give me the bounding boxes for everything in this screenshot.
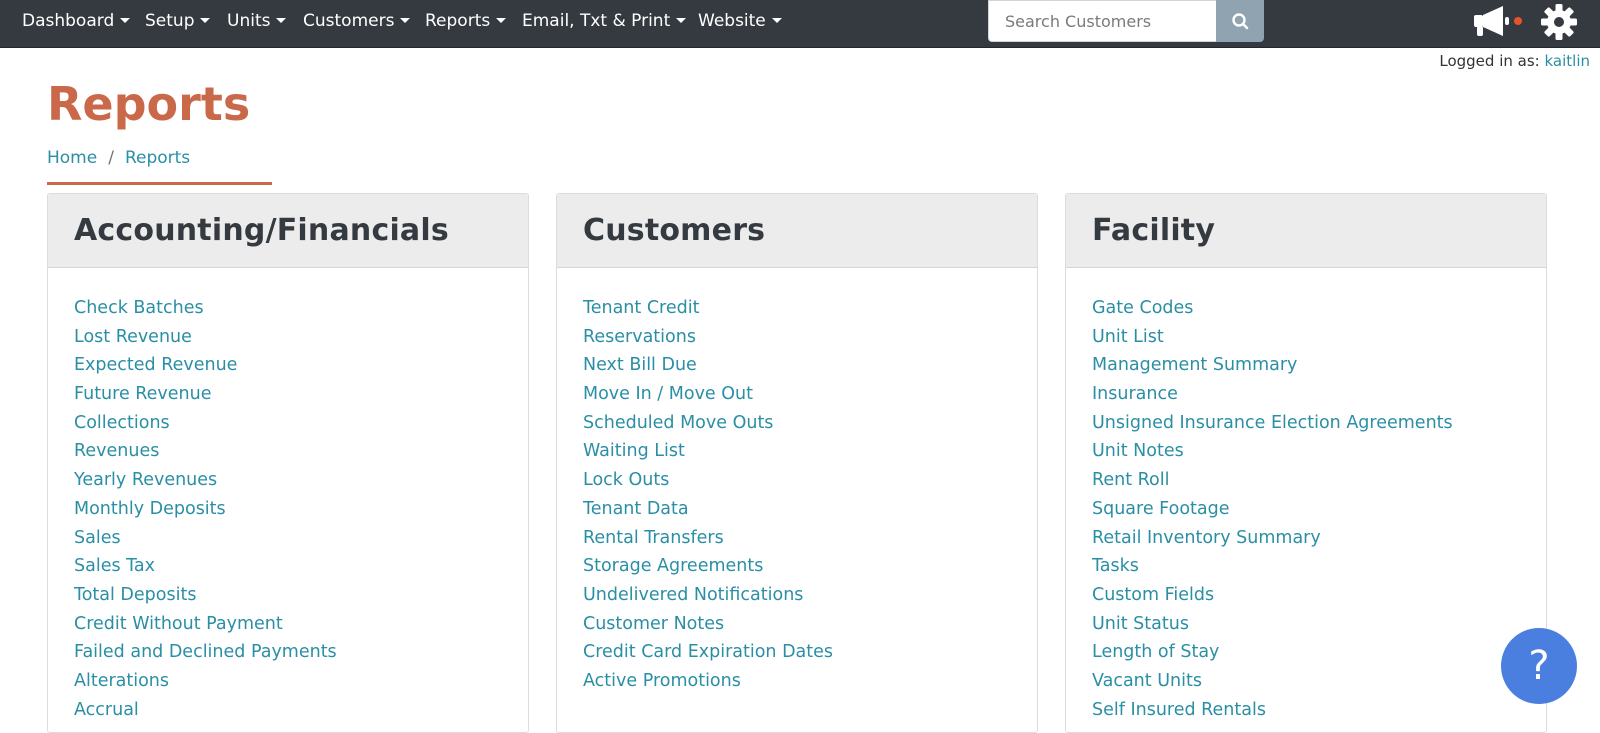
accounting-financials-card: Accounting/Financials Check Batches Lost… [47,193,529,733]
nav-website-label: Website [698,11,766,31]
report-link[interactable]: Next Bill Due [583,355,697,375]
report-link[interactable]: Storage Agreements [583,556,763,576]
report-link[interactable]: Vacant Units [1092,671,1202,691]
report-link[interactable]: Sales [74,528,121,548]
help-button[interactable]: ? [1501,628,1577,704]
report-link[interactable]: Customer Notes [583,614,724,634]
report-link[interactable]: Monthly Deposits [74,499,226,519]
report-link[interactable]: Square Footage [1092,499,1230,519]
nav-customers[interactable]: Customers [303,0,411,47]
caret-down-icon [496,18,507,23]
report-link[interactable]: Collections [74,413,170,433]
report-link-list: Check Batches Lost Revenue Expected Reve… [48,268,528,724]
report-link[interactable]: Custom Fields [1092,585,1214,605]
report-link[interactable]: Reservations [583,327,696,347]
report-link-list: Tenant Credit Reservations Next Bill Due… [557,268,1037,696]
card-title: Customers [557,194,1037,268]
report-link[interactable]: Sales Tax [74,556,155,576]
report-link[interactable]: Tenant Data [583,499,689,519]
nav-setup[interactable]: Setup [145,0,211,47]
nav-units[interactable]: Units [227,0,287,47]
search-button[interactable] [1216,0,1264,42]
report-link[interactable]: Tasks [1092,556,1139,576]
report-link[interactable]: Unit List [1092,327,1164,347]
report-link[interactable]: Self Insured Rentals [1092,700,1266,720]
nav-website[interactable]: Website [698,0,782,47]
report-link[interactable]: Failed and Declined Payments [74,642,337,662]
caret-down-icon [400,18,411,23]
report-link[interactable]: Unsigned Insurance Election Agreements [1092,413,1453,433]
report-link[interactable]: Move In / Move Out [583,384,753,404]
card-title: Facility [1066,194,1546,268]
caret-down-icon [676,18,687,23]
nav-customers-label: Customers [303,11,395,31]
report-link[interactable]: Expected Revenue [74,355,237,375]
report-link[interactable]: Total Deposits [74,585,196,605]
nav-reports[interactable]: Reports [425,0,507,47]
report-link[interactable]: Rental Transfers [583,528,724,548]
caret-down-icon [120,18,131,23]
report-link[interactable]: Retail Inventory Summary [1092,528,1321,548]
nav-reports-label: Reports [425,11,491,31]
nav-units-label: Units [227,11,271,31]
report-link[interactable]: Unit Status [1092,614,1189,634]
report-link[interactable]: Gate Codes [1092,298,1193,318]
report-link[interactable]: Undelivered Notifications [583,585,803,605]
breadcrumb-separator: / [108,148,114,168]
megaphone-icon[interactable] [1472,4,1512,40]
notification-dot [1514,17,1522,25]
report-link[interactable]: Yearly Revenues [74,470,217,490]
nav-setup-label: Setup [145,11,195,31]
report-link[interactable]: Length of Stay [1092,642,1219,662]
report-link[interactable]: Accrual [74,700,139,720]
breadcrumb-home[interactable]: Home [47,148,97,168]
caret-down-icon [771,18,782,23]
report-link[interactable]: Rent Roll [1092,470,1169,490]
report-link[interactable]: Unit Notes [1092,441,1184,461]
report-link[interactable]: Scheduled Move Outs [583,413,773,433]
nav-email-txt-print[interactable]: Email, Txt & Print [522,0,687,47]
top-navbar: Dashboard Setup Units Customers Reports … [0,0,1600,48]
nav-dashboard[interactable]: Dashboard [22,0,131,47]
nav-email-txt-print-label: Email, Txt & Print [522,11,671,31]
report-link[interactable]: Future Revenue [74,384,212,404]
report-link[interactable]: Active Promotions [583,671,741,691]
report-link[interactable]: Alterations [74,671,169,691]
report-link[interactable]: Insurance [1092,384,1178,404]
report-link[interactable]: Credit Card Expiration Dates [583,642,833,662]
report-link[interactable]: Waiting List [583,441,685,461]
breadcrumb-underline [47,182,272,185]
report-link[interactable]: Lock Outs [583,470,669,490]
user-profile-link[interactable]: kaitlin [1544,52,1590,70]
caret-down-icon [276,18,287,23]
nav-dashboard-label: Dashboard [22,11,115,31]
report-link[interactable]: Check Batches [74,298,204,318]
logged-in-label: Logged in as: [1439,52,1540,70]
report-link[interactable]: Revenues [74,441,159,461]
card-title: Accounting/Financials [48,194,528,268]
report-link-list: Gate Codes Unit List Management Summary … [1066,268,1546,724]
search-icon [1232,13,1249,30]
customers-card: Customers Tenant Credit Reservations Nex… [556,193,1038,733]
page-title: Reports [47,77,251,131]
breadcrumb: Home / Reports [47,148,190,168]
report-link[interactable]: Lost Revenue [74,327,192,347]
report-link[interactable]: Credit Without Payment [74,614,283,634]
customer-search-input[interactable] [988,0,1216,42]
breadcrumb-reports[interactable]: Reports [125,148,190,168]
report-link[interactable]: Management Summary [1092,355,1297,375]
logged-in-status: Logged in as: kaitlin [1439,52,1590,70]
gear-icon[interactable] [1540,3,1578,41]
caret-down-icon [200,18,211,23]
report-link[interactable]: Tenant Credit [583,298,699,318]
facility-card: Facility Gate Codes Unit List Management… [1065,193,1547,733]
